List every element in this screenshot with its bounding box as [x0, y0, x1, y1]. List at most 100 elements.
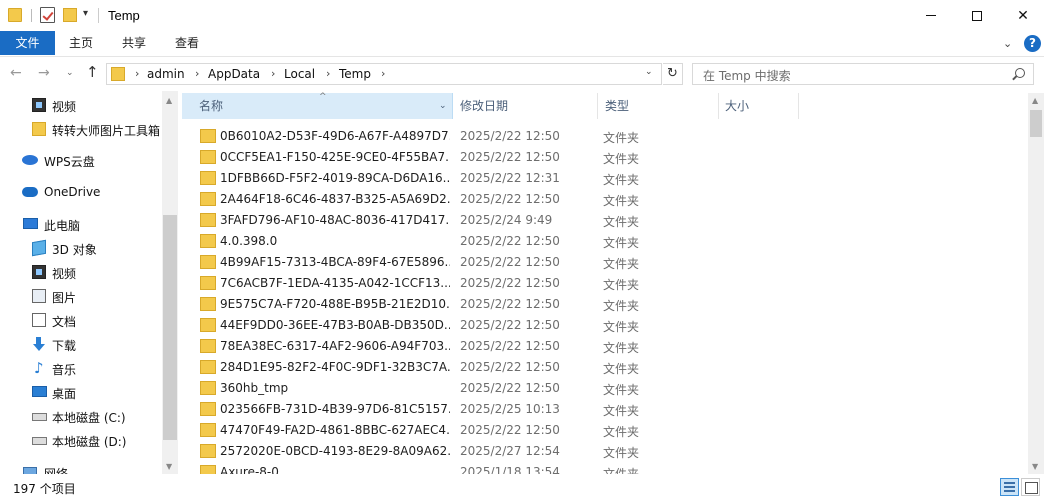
breadcrumb-separator[interactable]: › — [326, 67, 330, 80]
breadcrumb-appdata[interactable]: AppData — [208, 67, 260, 81]
file-row[interactable]: 9E575C7A-F720-488E-B95B-21E2D10... 2025/2… — [182, 294, 1028, 315]
file-type: 文件夹 — [603, 194, 640, 208]
scroll-down-arrow-icon[interactable]: ▼ — [1032, 462, 1038, 471]
sidebar-item-videos[interactable]: 视频 — [0, 261, 160, 283]
quick-access-dropdown-icon[interactable]: ▾ — [83, 8, 88, 19]
column-header-name[interactable]: 名称 ^ ⌄ — [182, 92, 453, 119]
breadcrumb-admin[interactable]: admin — [147, 67, 185, 81]
file-date: 2025/2/22 12:50 — [460, 150, 560, 164]
sidebar-item-network[interactable]: 网络 — [0, 461, 160, 474]
file-date: 2025/2/22 12:50 — [460, 129, 560, 143]
file-row[interactable]: 7C6ACB7F-1EDA-4135-A042-1CCF13... 2025/2/… — [182, 273, 1028, 294]
recent-locations-dropdown-icon[interactable]: ⌄ — [66, 68, 74, 78]
sidebar-item-videos-quick[interactable]: 视频 — [0, 94, 160, 116]
maximize-button[interactable] — [954, 0, 1000, 31]
file-row[interactable]: 0CCF5EA1-F150-425E-9CE0-4F55BA7... 2025/2… — [182, 147, 1028, 168]
close-button[interactable]: ✕ — [1000, 0, 1044, 31]
file-row[interactable]: 284D1E95-82F2-4F0C-9DF1-32B3C7A... 2025/2… — [182, 357, 1028, 378]
file-row[interactable]: 4B99AF15-7313-4BCA-89F4-67E5896... 2025/2… — [182, 252, 1028, 273]
file-row[interactable]: 360hb_tmp 2025/2/22 12:50 文件夹 — [182, 378, 1028, 399]
expand-ribbon-chevron-icon[interactable]: ⌄ — [1003, 37, 1012, 50]
details-view-icon[interactable] — [1000, 478, 1019, 496]
file-date: 2025/2/22 12:50 — [460, 339, 560, 353]
column-header-date[interactable]: 修改日期 — [454, 93, 598, 119]
tab-file[interactable]: 文件 — [0, 31, 55, 55]
breadcrumb-local[interactable]: Local — [284, 67, 315, 81]
sidebar-item-drive-c[interactable]: 本地磁盘 (C:) — [0, 405, 160, 427]
file-row[interactable]: 023566FB-731D-4B39-97D6-81C5157... 2025/2… — [182, 399, 1028, 420]
file-name: 2572020E-0BCD-4193-8E29-8A09A62... — [220, 444, 450, 458]
sidebar-item-3d-objects[interactable]: 3D 对象 — [0, 237, 160, 259]
scroll-down-arrow-icon[interactable]: ▼ — [166, 462, 172, 471]
sidebar-item-downloads[interactable]: 下载 — [0, 333, 160, 355]
file-list-scrollbar-thumb[interactable] — [1030, 110, 1042, 137]
breadcrumb-temp[interactable]: Temp — [339, 67, 371, 81]
breadcrumb-separator[interactable]: › — [271, 67, 275, 80]
file-row[interactable]: 2572020E-0BCD-4193-8E29-8A09A62... 2025/2… — [182, 441, 1028, 462]
sidebar-item-this-pc[interactable]: 此电脑 — [0, 213, 160, 235]
file-type: 文件夹 — [603, 278, 640, 292]
new-folder-icon[interactable] — [63, 8, 77, 22]
sidebar-item-documents[interactable]: 文档 — [0, 309, 160, 331]
scroll-up-arrow-icon[interactable]: ▲ — [1032, 96, 1038, 105]
file-row[interactable]: Axure-8-0 2025/1/18 13:54 文件夹 — [182, 462, 1028, 474]
sidebar-item-label: 此电脑 — [44, 219, 81, 233]
file-name: 023566FB-731D-4B39-97D6-81C5157... — [220, 402, 450, 416]
file-date: 2025/2/22 12:50 — [460, 318, 560, 332]
sidebar-item-desktop[interactable]: 桌面 — [0, 381, 160, 403]
sidebar-item-label: 本地磁盘 (D:) — [52, 435, 127, 449]
address-bar[interactable]: › admin › AppData › Local › Temp › — [106, 63, 662, 85]
breadcrumb-separator[interactable]: › — [135, 67, 139, 80]
tab-view[interactable]: 查看 — [164, 31, 210, 55]
breadcrumb-separator[interactable]: › — [195, 67, 199, 80]
sidebar-item-label: 视频 — [52, 267, 77, 281]
sidebar-item-music[interactable]: ♪ 音乐 — [0, 357, 160, 379]
file-row[interactable]: 1DFBB66D-F5F2-4019-89CA-D6DA16... 2025/2/… — [182, 168, 1028, 189]
tab-share[interactable]: 共享 — [111, 31, 157, 55]
folder-icon[interactable] — [8, 8, 22, 22]
search-input[interactable]: 在 Temp 中搜索 — [692, 63, 1034, 85]
file-row[interactable]: 0B6010A2-D53F-49D6-A67F-A4897D7... 2025/2… — [182, 126, 1028, 147]
file-row[interactable]: 44EF9DD0-36EE-47B3-B0AB-DB350D... 2025/2/… — [182, 315, 1028, 336]
sidebar-scrollbar-thumb[interactable] — [163, 215, 177, 440]
sidebar-item-zhuanzhuan[interactable]: 转转大师图片工具箱 — [0, 118, 160, 140]
file-row[interactable]: 47470F49-FA2D-4861-8BBC-627AEC4... 2025/2… — [182, 420, 1028, 441]
file-row[interactable]: 78EA38EC-6317-4AF2-9606-A94F703... 2025/2… — [182, 336, 1028, 357]
minimize-button[interactable] — [908, 0, 954, 31]
help-icon[interactable]: ? — [1024, 35, 1041, 52]
drive-icon — [32, 437, 47, 445]
large-icons-view-icon[interactable] — [1021, 478, 1040, 496]
sidebar-item-drive-d[interactable]: 本地磁盘 (D:) — [0, 429, 160, 451]
up-arrow-icon[interactable]: ↑ — [86, 63, 99, 81]
column-header-type[interactable]: 类型 — [599, 93, 719, 119]
back-arrow-icon[interactable]: ← — [10, 65, 22, 81]
minimize-icon — [926, 15, 936, 16]
file-date: 2025/2/22 12:50 — [460, 423, 560, 437]
tab-home[interactable]: 主页 — [58, 31, 104, 55]
downloads-icon — [32, 337, 46, 351]
file-list-scrollbar[interactable] — [1028, 93, 1044, 474]
column-header-size[interactable]: 大小 — [719, 93, 799, 119]
sidebar-item-onedrive[interactable]: OneDrive — [0, 181, 160, 203]
breadcrumb-separator[interactable]: › — [381, 67, 385, 80]
sidebar-item-pictures[interactable]: 图片 — [0, 285, 160, 307]
title-bar: ▾ Temp ✕ — [0, 0, 1044, 31]
folder-icon — [200, 339, 216, 353]
ribbon-tabs: 文件 主页 共享 查看 ⌄ ? — [0, 31, 1044, 57]
file-row[interactable]: 3FAFD796-AF10-48AC-8036-417D417... 2025/2… — [182, 210, 1028, 231]
sort-ascending-icon: ^ — [319, 92, 327, 102]
file-row[interactable]: 4.0.398.0 2025/2/22 12:50 文件夹 — [182, 231, 1028, 252]
folder-icon — [200, 234, 216, 248]
file-name: 9E575C7A-F720-488E-B95B-21E2D10... — [220, 297, 450, 311]
address-dropdown-icon[interactable]: ⌄ — [645, 67, 653, 77]
file-row[interactable]: 2A464F18-6C46-4837-B325-A5A69D2... 2025/2… — [182, 189, 1028, 210]
file-date: 2025/2/22 12:50 — [460, 234, 560, 248]
file-name: 2A464F18-6C46-4837-B325-A5A69D2... — [220, 192, 450, 206]
forward-arrow-icon[interactable]: → — [38, 65, 50, 81]
documents-icon — [32, 313, 46, 327]
scroll-up-arrow-icon[interactable]: ▲ — [166, 96, 172, 105]
sidebar-item-wps-cloud[interactable]: WPS云盘 — [0, 149, 160, 171]
refresh-button[interactable]: ↻ — [663, 63, 683, 85]
column-filter-dropdown-icon[interactable]: ⌄ — [439, 93, 447, 119]
properties-check-icon[interactable] — [40, 7, 55, 23]
